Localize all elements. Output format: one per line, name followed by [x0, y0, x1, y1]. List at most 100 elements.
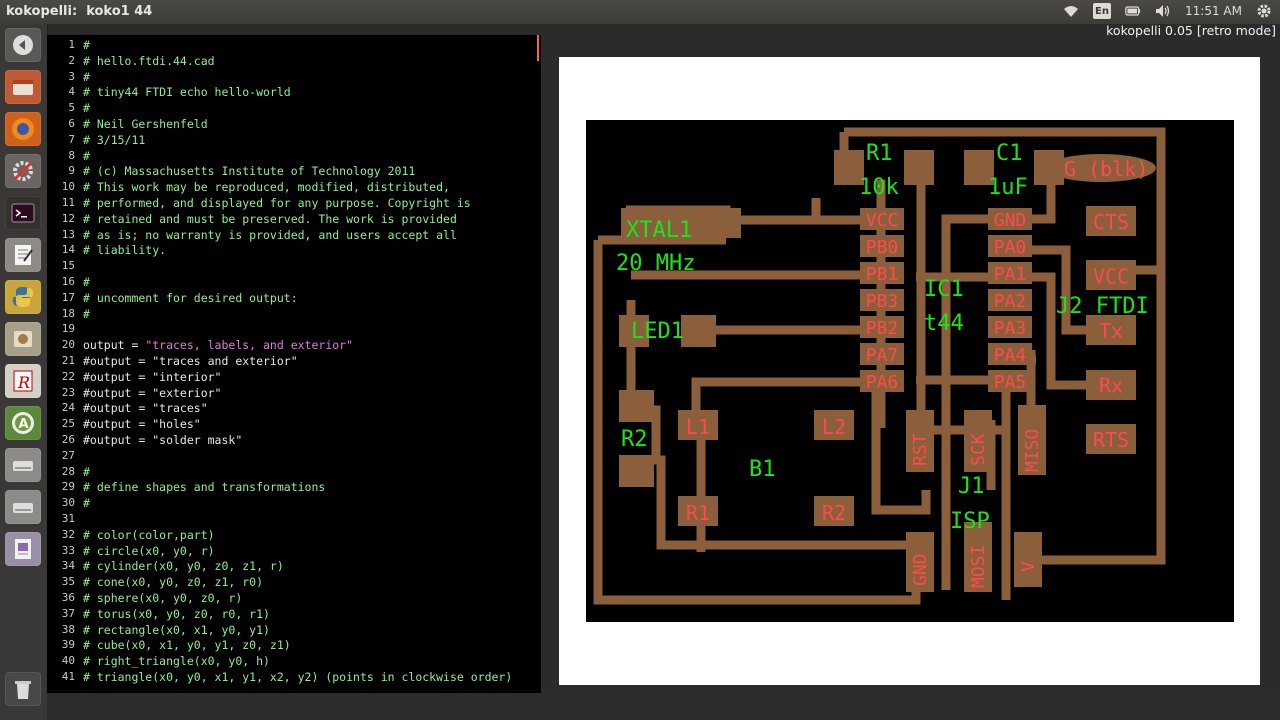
code-line[interactable]: #output = "traces" — [83, 401, 208, 415]
gear-icon[interactable] — [1256, 3, 1272, 19]
code-editor[interactable]: 1 2 3 4 5 6 7 8 9 10 11 12 13 14 15 16 17 18 19 20 21 22 23 24 2… — [47, 35, 541, 693]
line-number: 28 — [61, 464, 75, 478]
code-line[interactable]: # retained and must be preserved. The wo… — [83, 212, 457, 226]
code-line[interactable]: # 3/15/11 — [83, 133, 145, 147]
r1-value-label: 10k — [859, 175, 899, 200]
code-line[interactable]: #output = "exterior" — [83, 386, 221, 400]
ic-pin-left-label: PB2 — [866, 318, 899, 339]
r2-bottom-label: R2 — [822, 501, 846, 525]
document-launcher-button[interactable] — [5, 532, 41, 566]
circle-a-launcher-button[interactable]: A — [5, 406, 41, 440]
line-number: 27 — [61, 448, 75, 462]
code-line[interactable]: # as is; no warranty is provided, and us… — [83, 228, 457, 242]
ic-pin-left-label: PB0 — [866, 237, 899, 258]
code-line[interactable]: # (c) Massachusetts Institute of Technol… — [83, 164, 415, 178]
code-line[interactable]: # — [83, 275, 90, 289]
line-number: 24 — [61, 401, 75, 415]
code-line[interactable]: # cube(x0, x1, y0, y1, z0, z1) — [83, 638, 291, 652]
drive-launcher-button[interactable] — [5, 448, 41, 482]
line-number: 31 — [61, 512, 75, 525]
j2-ftdi-label: J2 FTDI — [1056, 294, 1149, 319]
battery-icon[interactable] — [1125, 3, 1141, 19]
code-line[interactable]: # color(color,part) — [83, 528, 215, 542]
code-line[interactable]: # This work may be reproduced, modified,… — [83, 180, 450, 194]
utility-launcher-button[interactable] — [5, 322, 41, 356]
code-line[interactable]: # — [83, 101, 90, 115]
launcher-back-launcher-button[interactable] — [5, 28, 41, 62]
files-launcher-button[interactable] — [5, 70, 41, 104]
line-number: 34 — [61, 559, 75, 573]
code-line[interactable]: # cylinder(x0, y0, z0, z1, r) — [83, 559, 284, 573]
xtal1-value-label: 20 MHz — [616, 251, 695, 276]
line-number: 20 — [61, 338, 75, 352]
code-line[interactable]: # — [83, 465, 90, 479]
ic-pin-right-label: PA1 — [994, 264, 1027, 285]
ftdi-pin-label: Tx — [1099, 319, 1123, 343]
code-line[interactable]: #output = "holes" — [83, 417, 201, 431]
r-icon: R — [13, 370, 33, 392]
code-line[interactable]: # hello.ftdi.44.cad — [83, 54, 215, 68]
code-line[interactable]: # rectangle(x0, x1, y0, y1) — [83, 623, 270, 637]
sck-label: SCK — [968, 433, 989, 466]
line-number: 38 — [61, 622, 75, 636]
text-editor-launcher-button[interactable] — [5, 238, 41, 272]
line-number: 32 — [61, 527, 75, 541]
firefox-icon — [12, 118, 34, 140]
code-line[interactable]: # triangle(x0, y0, x1, y1, x2, y2) (poin… — [83, 670, 512, 684]
drive-2-launcher-button[interactable] — [5, 490, 41, 524]
settings-launcher-button[interactable] — [5, 154, 41, 188]
code-line[interactable]: # — [83, 70, 90, 84]
r1-pad-right — [904, 150, 934, 185]
code-line[interactable]: # Neil Gershenfeld — [83, 117, 208, 131]
line-number: 22 — [61, 369, 75, 383]
ic-pin-right-label: PA0 — [994, 237, 1027, 258]
code-line[interactable]: # torus(x0, y0, z0, r0, r1) — [83, 607, 270, 621]
code-line[interactable]: # — [83, 38, 90, 52]
code-line[interactable]: # define shapes and transformations — [83, 480, 325, 494]
code-line[interactable]: # cone(x0, y0, z0, z1, r0) — [83, 575, 263, 589]
code-line[interactable]: # tiny44 FTDI echo hello-world — [83, 85, 291, 99]
line-number: 4 — [68, 85, 75, 99]
line-number: 8 — [68, 148, 75, 162]
code-line[interactable]: #output = "traces and exterior" — [83, 354, 298, 368]
line-number: 30 — [61, 496, 75, 510]
ic1-label: IC1 — [924, 277, 964, 302]
l1-label: L1 — [686, 415, 710, 439]
trash-launcher-button[interactable] — [5, 672, 41, 706]
code-line[interactable]: # performed, and displayed for any purpo… — [83, 196, 471, 210]
code-line[interactable]: # liability. — [83, 243, 166, 257]
keyboard-layout-icon[interactable]: En — [1093, 3, 1112, 19]
code-line[interactable]: # right_triangle(x0, y0, h) — [83, 654, 270, 668]
line-number: 40 — [61, 654, 75, 668]
code-line[interactable]: #output = "interior" — [83, 370, 221, 384]
code-line[interactable]: # — [83, 149, 90, 163]
j1-label: J1 — [958, 474, 985, 499]
code-line[interactable]: #output = "solder mask" — [83, 433, 242, 447]
firefox-launcher-button[interactable] — [5, 112, 41, 146]
code-line[interactable]: output = "traces, labels, and exterior" — [83, 338, 353, 352]
code-line[interactable]: # — [83, 496, 90, 510]
line-number: 29 — [61, 480, 75, 494]
python-launcher-button[interactable] — [5, 280, 41, 314]
clock[interactable]: 11:51 AM — [1185, 4, 1242, 18]
top-panel: kokopelli: koko1 44 En 11:51 AM — [0, 0, 1280, 24]
code-line[interactable]: # sphere(x0, y0, z0, r) — [83, 591, 242, 605]
l2-label: L2 — [822, 415, 846, 439]
line-number: 23 — [61, 385, 75, 399]
app-status-label: kokopelli 0.05 [retro mode] — [1106, 23, 1276, 38]
volume-icon[interactable] — [1155, 3, 1171, 19]
bottom-bar — [47, 693, 1280, 720]
r-launcher-button[interactable]: R — [5, 364, 41, 398]
r2-pad-top — [619, 390, 654, 422]
mosi-bottom-label: MOSI — [968, 545, 989, 588]
code-line[interactable]: # — [83, 307, 90, 321]
r2-label: R2 — [621, 427, 648, 452]
terminal-icon — [11, 203, 35, 223]
text-editor-icon — [15, 245, 33, 265]
code-line[interactable]: # circle(x0, y0, r) — [83, 544, 215, 558]
ftdi-pin-label: RTS — [1093, 428, 1129, 452]
code-line[interactable]: # uncomment for desired output: — [83, 291, 298, 305]
wifi-icon[interactable] — [1063, 3, 1079, 19]
isp-label: ISP — [950, 509, 990, 534]
terminal-launcher-button[interactable] — [5, 196, 41, 230]
